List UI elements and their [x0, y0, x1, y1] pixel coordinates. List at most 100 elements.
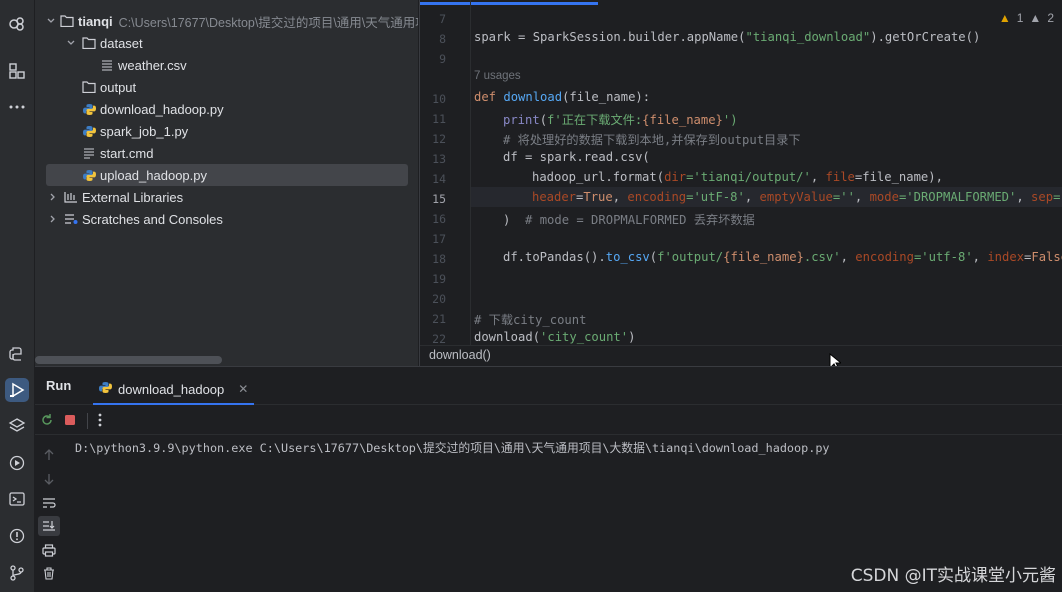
tree-root-path: C:\Users\17677\Desktop\提交过的项目\通用\天气通用项 [118, 15, 418, 30]
chevron-down-icon[interactable] [46, 14, 56, 28]
python-file-icon [82, 168, 96, 182]
tree-item-dataset[interactable]: dataset [64, 32, 408, 54]
folder-icon [82, 36, 96, 50]
code-line-15: header=True, encoding='utF-8', emptyValu… [532, 190, 1062, 204]
line-number: 20 [432, 292, 446, 306]
library-icon [64, 190, 78, 204]
code-line-18: df.toPandas().to_csv(f'output/{file_name… [503, 250, 1062, 264]
python-file-icon [99, 381, 112, 397]
rerun-icon[interactable] [38, 411, 56, 429]
debug-icon[interactable] [5, 451, 29, 475]
chevron-right-icon[interactable] [46, 190, 60, 204]
tree-item-external-libraries[interactable]: External Libraries [46, 186, 408, 208]
code-line-8: spark = SparkSession.builder.appName("ti… [474, 30, 981, 44]
tree-root-label: tianqi [78, 13, 113, 29]
line-number: 22 [432, 332, 446, 346]
warning-triangle-icon: ▲ [998, 11, 1011, 25]
problems-icon[interactable] [5, 524, 29, 548]
csv-file-icon [100, 58, 114, 72]
close-icon[interactable]: ✕ [238, 382, 248, 396]
run-panel-header: Run download_hadoop ✕ [35, 367, 1062, 405]
more-tools-icon[interactable] [5, 95, 29, 119]
usages-hint[interactable]: 7 usages [474, 70, 521, 82]
run-panel: Run download_hadoop ✕ D:\python3.9.9\pyt… [35, 366, 1062, 592]
chevron-down-icon[interactable] [64, 36, 78, 50]
line-number-gutter: 7 8 9 10 11 12 13 14 15 16 17 18 19 20 2… [420, 0, 470, 346]
line-number: 14 [432, 172, 446, 186]
editor-breadcrumb[interactable]: download() [420, 345, 1062, 366]
tree-item-label: spark_job_1.py [100, 123, 189, 139]
console-output[interactable]: D:\python3.9.9\python.exe C:\Users\17677… [75, 439, 830, 456]
trash-icon[interactable] [38, 563, 60, 583]
folder-icon [82, 80, 96, 94]
code-line-22: download('city_count') [474, 330, 636, 344]
line-number: 7 [439, 12, 446, 26]
run-panel-title: Run [46, 378, 72, 393]
tree-item-upload-hadoop[interactable]: upload_hadoop.py [46, 164, 408, 186]
scroll-to-end-icon[interactable] [38, 516, 60, 536]
tree-item-label: output [100, 79, 137, 95]
tree-item-label: External Libraries [82, 189, 184, 205]
tree-item-label: Scratches and Consoles [82, 211, 223, 227]
tree-item-label: download_hadoop.py [100, 101, 224, 117]
tree-item-weather-csv[interactable]: weather.csv [100, 54, 408, 76]
weak-warning-triangle-icon: ▲ [1029, 11, 1042, 25]
terminal-icon[interactable] [5, 487, 29, 511]
project-panel: tianqi C:\Users\17677\Desktop\提交过的项目\通用\… [35, 0, 418, 366]
git-icon[interactable] [5, 561, 29, 585]
line-number: 8 [439, 32, 446, 46]
line-number: 19 [432, 272, 446, 286]
code-line-11: print(f'正在下载文件:{file_name}') [503, 113, 738, 127]
line-number: 21 [432, 312, 446, 326]
python-file-icon [82, 124, 96, 138]
watermark: CSDN @IT实战课堂小元酱 [850, 566, 1056, 586]
scroll-up-icon[interactable] [38, 445, 60, 465]
code-editor[interactable]: 7 8 9 10 11 12 13 14 15 16 17 18 19 20 2… [419, 0, 1062, 366]
run-tab-label: download_hadoop [118, 381, 225, 397]
tree-item-spark-job-1[interactable]: spark_job_1.py [82, 120, 408, 142]
more-options-icon[interactable] [91, 411, 109, 429]
tree-root-tianqi[interactable]: tianqi C:\Users\17677\Desktop\提交过的项目\通用\… [46, 10, 418, 32]
line-number: 18 [432, 252, 446, 266]
code-line-12: # 将处理好的数据下载到本地,并保存到output目录下 [503, 133, 801, 147]
run-tab-download-hadoop[interactable]: download_hadoop ✕ [93, 375, 255, 405]
line-number: 16 [432, 212, 446, 226]
toolbar-divider [87, 413, 88, 429]
tree-item-output[interactable]: output [82, 76, 408, 98]
scroll-down-icon[interactable] [38, 469, 60, 489]
project-horizontal-scrollbar[interactable] [35, 356, 222, 364]
text-file-icon [82, 146, 96, 160]
stop-icon[interactable] [61, 411, 79, 429]
code-line-10: def download(file_name): [474, 90, 651, 104]
code-line-14: hadoop_url.format(dir='tianqi/output/', … [532, 170, 943, 184]
line-number: 13 [432, 152, 446, 166]
code-line-21: # 下载city_count [474, 313, 587, 327]
line-number: 10 [432, 92, 446, 106]
tree-item-start-cmd[interactable]: start.cmd [82, 142, 408, 164]
python-console-icon[interactable] [5, 342, 29, 366]
inspection-widget[interactable]: ▲ 1 ▲ 2 [999, 11, 1054, 25]
run-toolbar [35, 405, 1062, 435]
warning-count: 1 [1016, 11, 1024, 25]
python-file-icon [82, 102, 96, 116]
line-number: 17 [432, 232, 446, 246]
tree-item-label: dataset [100, 35, 143, 51]
services-layers-icon[interactable] [5, 414, 29, 438]
chevron-right-icon[interactable] [46, 212, 60, 226]
gutter-separator [470, 0, 471, 345]
soft-wrap-icon[interactable] [38, 493, 60, 513]
scratches-icon [64, 212, 78, 226]
project-tool-icon[interactable] [5, 12, 29, 36]
print-icon[interactable] [38, 540, 60, 560]
line-number: 12 [432, 132, 446, 146]
line-number: 9 [439, 52, 446, 66]
tree-item-label: start.cmd [100, 145, 154, 161]
code-line-13: df = spark.read.csv( [503, 150, 650, 164]
tree-item-scratches[interactable]: Scratches and Consoles [46, 208, 408, 230]
structure-icon[interactable] [5, 59, 29, 83]
weak-warning-count: 2 [1047, 11, 1054, 25]
tree-item-download-hadoop[interactable]: download_hadoop.py [82, 98, 408, 120]
line-number: 15 [432, 192, 446, 206]
run-tool-icon[interactable] [5, 378, 29, 402]
left-tool-strip [0, 0, 35, 592]
